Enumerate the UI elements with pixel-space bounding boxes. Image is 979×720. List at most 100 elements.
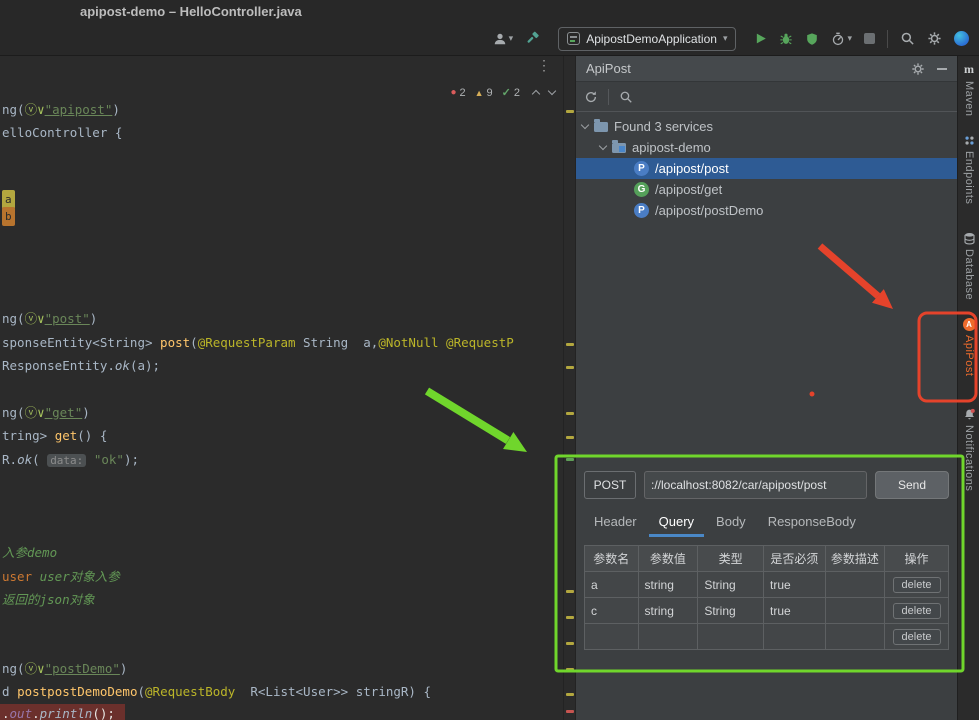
tab-header[interactable]: Header [584,508,647,537]
tree-item[interactable]: G/apipost/get [576,179,957,200]
code-token-ann: @NotNull @RequestP [378,335,513,350]
code-token-txt: tring> [2,428,55,443]
tree-item[interactable]: apipost-demo [576,137,957,158]
chevron-down-icon: ▾ [723,33,728,44]
chevron-down-icon[interactable] [548,87,556,95]
param-cell[interactable] [698,624,764,650]
apipost-panel-header: ApiPost [576,56,957,82]
code-line[interactable]: ng(ⓥ∨"postDemo") [2,659,127,678]
code-token-hint: data: [47,454,86,467]
delete-button[interactable]: delete [893,603,941,619]
inspections-widget[interactable]: ●2 ▲9 ✓2 [450,86,555,99]
tab-body[interactable]: Body [706,508,756,537]
stop-button[interactable] [864,33,875,44]
param-cell[interactable]: String [698,572,764,598]
param-cell[interactable]: true [764,572,826,598]
param-cell[interactable] [825,598,884,624]
send-button[interactable]: Send [875,471,949,499]
editor-options-icon[interactable]: ⋮ [537,58,551,74]
column-header: 是否必须 [764,546,826,572]
delete-button[interactable]: delete [893,629,941,645]
chevron-up-icon[interactable] [532,90,540,98]
code-line[interactable]: R.ok( data: "ok"); [2,450,139,470]
tool-window-tab-database[interactable]: Database [958,232,979,300]
build-button[interactable] [525,31,540,46]
code-line[interactable]: sponseEntity<String> post(@RequestParam … [2,333,514,352]
url-input[interactable] [644,471,867,499]
param-cell[interactable]: string [638,572,698,598]
action-cell: delete [885,598,949,624]
tool-window-tab-label: Maven [963,81,975,117]
hammer-icon [525,31,540,46]
tool-window-tab-endpoints[interactable]: Endpoints [958,134,979,204]
param-cell[interactable]: string [638,598,698,624]
run-button[interactable] [754,32,767,45]
gear-icon [927,31,942,46]
param-cell[interactable] [764,624,826,650]
plugin-button[interactable] [954,31,969,46]
param-cell[interactable] [585,624,639,650]
tab-query[interactable]: Query [649,508,704,537]
code-line[interactable]: .out.println(); [0,704,125,720]
code-token-cmt: 入参demo [2,545,57,560]
code-line[interactable]: tring> get() { [2,426,107,445]
request-tabs: HeaderQueryBodyResponseBody [584,508,949,537]
code-token-fold: ⓥ∨ [25,405,45,420]
param-cell[interactable] [825,624,884,650]
search-icon [900,31,915,46]
param-cell[interactable] [825,572,884,598]
tree-item[interactable]: Found 3 services [576,116,957,137]
user-menu-button[interactable]: ▾ [493,32,514,46]
param-cell[interactable]: true [764,598,826,624]
code-line[interactable]: b [2,206,15,226]
code-token-txt: () { [77,428,107,443]
play-icon [754,32,767,45]
method-button[interactable]: POST [584,471,636,499]
code-line[interactable]: d postpostDemoDemo(@RequestBody R<List<U… [2,682,431,701]
param-cell[interactable]: String [698,598,764,624]
search-everywhere-button[interactable] [900,31,915,46]
code-line[interactable]: elloController { [2,123,122,142]
tree-item[interactable]: P/apipost/postDemo [576,200,957,221]
tool-window-tab-notifications[interactable]: Notifications [958,408,979,491]
refresh-icon[interactable] [584,90,598,104]
code-line[interactable]: 返回的json对象 [2,590,95,609]
code-line[interactable]: ng(ⓥ∨"post") [2,309,97,328]
user-icon [493,32,507,46]
search-icon[interactable] [619,90,633,104]
chevron-down-icon: ▾ [847,33,852,44]
run-config-selector[interactable]: ApipostDemoApplication ▾ [558,27,736,51]
apipost-toolbar [576,82,957,112]
profiler-button[interactable]: ▾ [831,32,852,46]
params-table: 参数名参数值类型是否必须参数描述操作astringStringtruedelet… [584,545,949,650]
code-line[interactable]: ng(ⓥ∨"apipost") [2,100,120,119]
param-cell[interactable]: c [585,598,639,624]
delete-button[interactable]: delete [893,577,941,593]
code-line[interactable]: ResponseEntity.ok(a); [2,356,160,375]
code-token-cmt: 返回的json对象 [2,592,95,607]
tool-window-bar: mMaven Endpoints Database AApiPost Notificat… [957,56,979,720]
code-token-fold: ⓥ∨ [25,311,45,326]
gear-icon[interactable] [911,62,925,76]
settings-button[interactable] [927,31,942,46]
code-editor[interactable]: ⋮ ●2 ▲9 ✓2 ng(ⓥ∨"apipost") elloController… [0,56,563,720]
debug-button[interactable] [779,32,793,46]
tool-window-tab-apipost[interactable]: AApiPost [958,318,979,376]
tab-responsebody[interactable]: ResponseBody [758,508,866,537]
param-cell[interactable] [638,624,698,650]
code-line[interactable]: user user对象入参 [2,567,120,586]
window-title: apipost-demo – HelloController.java [80,4,302,19]
code-token-txt: (); [92,706,115,720]
code-line[interactable]: 入参demo [2,543,57,562]
code-token-ann: @RequestBody [145,684,235,699]
tree-item[interactable]: P/apipost/post [576,158,957,179]
error-stripe[interactable] [563,56,575,720]
code-token-txt: . [2,706,10,720]
check-icon: ✓ [502,86,511,99]
param-cell[interactable]: a [585,572,639,598]
hide-icon[interactable] [937,68,947,70]
tool-window-tab-maven[interactable]: mMaven [958,62,979,117]
run-coverage-button[interactable] [805,32,819,46]
code-line[interactable]: ng(ⓥ∨"get") [2,403,90,422]
code-token-txt: . [32,706,40,720]
